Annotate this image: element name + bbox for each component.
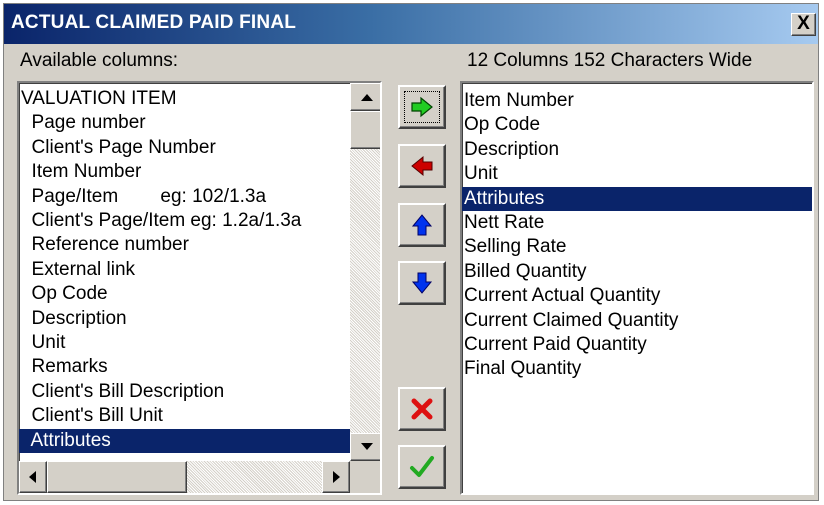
column-summary-label: 12 Columns 152 Characters Wide bbox=[467, 50, 753, 71]
ok-button[interactable] bbox=[398, 445, 446, 489]
available-column-item[interactable]: Attributes bbox=[19, 428, 350, 453]
title-bar[interactable]: ACTUAL CLAIMED PAID FINAL X bbox=[4, 4, 818, 44]
available-column-item[interactable]: Page/Item eg: 102/1.3a bbox=[19, 185, 350, 209]
available-column-item[interactable]: Item Number bbox=[19, 160, 350, 184]
horizontal-scrollbar[interactable] bbox=[19, 461, 350, 493]
scroll-up-button[interactable] bbox=[350, 83, 380, 111]
selected-column-item[interactable]: Nett Rate bbox=[462, 211, 812, 235]
selected-items: Item Number Op Code Description Unit Attribu… bbox=[462, 83, 812, 493]
available-items: VALUATION ITEM Page number Client's Page… bbox=[19, 83, 350, 461]
selected-column-item[interactable]: Current Actual Quantity bbox=[462, 284, 812, 308]
selected-column-item[interactable]: Description bbox=[462, 138, 812, 162]
available-column-item[interactable]: External link bbox=[19, 258, 350, 282]
scroll-up-arrow-icon bbox=[361, 94, 373, 101]
selected-column-item[interactable]: Unit bbox=[462, 162, 812, 186]
selected-column-item[interactable]: Attributes bbox=[462, 186, 812, 211]
available-column-item[interactable]: VALUATION ITEM bbox=[19, 87, 350, 111]
arrow-right-green-icon bbox=[411, 96, 433, 118]
move-up-button[interactable] bbox=[398, 203, 446, 247]
scroll-right-arrow-icon bbox=[333, 471, 340, 483]
move-down-button[interactable] bbox=[398, 261, 446, 305]
selected-column-item[interactable]: Op Code bbox=[462, 113, 812, 137]
available-columns-list[interactable]: VALUATION ITEM Page number Client's Page… bbox=[17, 81, 382, 495]
arrow-up-blue-icon bbox=[411, 214, 433, 236]
selected-column-item[interactable]: Billed Quantity bbox=[462, 260, 812, 284]
scroll-right-button[interactable] bbox=[322, 461, 350, 493]
arrow-left-red-icon bbox=[411, 155, 433, 177]
available-column-item[interactable]: Page number bbox=[19, 111, 350, 135]
selected-columns-list[interactable]: Item Number Op Code Description Unit Attribu… bbox=[460, 81, 814, 495]
selected-column-item[interactable]: Current Claimed Quantity bbox=[462, 309, 812, 333]
scroll-down-button[interactable] bbox=[350, 433, 380, 461]
green-check-icon bbox=[410, 456, 434, 477]
scroll-down-arrow-icon bbox=[361, 443, 373, 450]
close-button[interactable]: X bbox=[791, 13, 816, 36]
red-x-icon bbox=[411, 398, 433, 420]
scroll-left-button[interactable] bbox=[19, 461, 47, 493]
available-column-item[interactable]: Description bbox=[19, 307, 350, 331]
available-column-item[interactable]: Client's Bill Unit bbox=[19, 404, 350, 428]
available-column-item[interactable]: Client's Page Number bbox=[19, 136, 350, 160]
scroll-thumb[interactable] bbox=[350, 111, 380, 149]
available-column-item[interactable]: Remarks bbox=[19, 355, 350, 379]
add-column-button[interactable] bbox=[398, 85, 446, 129]
scroll-left-arrow-icon bbox=[29, 471, 36, 483]
selected-column-item[interactable]: Final Quantity bbox=[462, 357, 812, 381]
cancel-button[interactable] bbox=[398, 387, 446, 431]
window-title: ACTUAL CLAIMED PAID FINAL bbox=[11, 12, 297, 33]
dialog-window: ACTUAL CLAIMED PAID FINAL X Available co… bbox=[3, 3, 819, 501]
available-column-item[interactable]: Client's Bill Description bbox=[19, 380, 350, 404]
available-column-item[interactable]: Client's Page/Item eg: 1.2a/1.3a bbox=[19, 209, 350, 233]
scrollbar-corner bbox=[350, 461, 380, 493]
available-column-item[interactable]: Op Code bbox=[19, 282, 350, 306]
horizontal-scroll-thumb[interactable] bbox=[47, 461, 187, 493]
arrow-down-blue-icon bbox=[411, 272, 433, 294]
remove-column-button[interactable] bbox=[398, 144, 446, 188]
vertical-scrollbar[interactable] bbox=[350, 83, 380, 461]
selected-column-item[interactable]: Item Number bbox=[462, 89, 812, 113]
selected-column-item[interactable]: Selling Rate bbox=[462, 235, 812, 259]
selected-column-item[interactable]: Current Paid Quantity bbox=[462, 333, 812, 357]
available-column-item[interactable]: Unit bbox=[19, 331, 350, 355]
available-column-item[interactable]: Reference number bbox=[19, 233, 350, 257]
available-columns-label: Available columns: bbox=[20, 50, 179, 71]
